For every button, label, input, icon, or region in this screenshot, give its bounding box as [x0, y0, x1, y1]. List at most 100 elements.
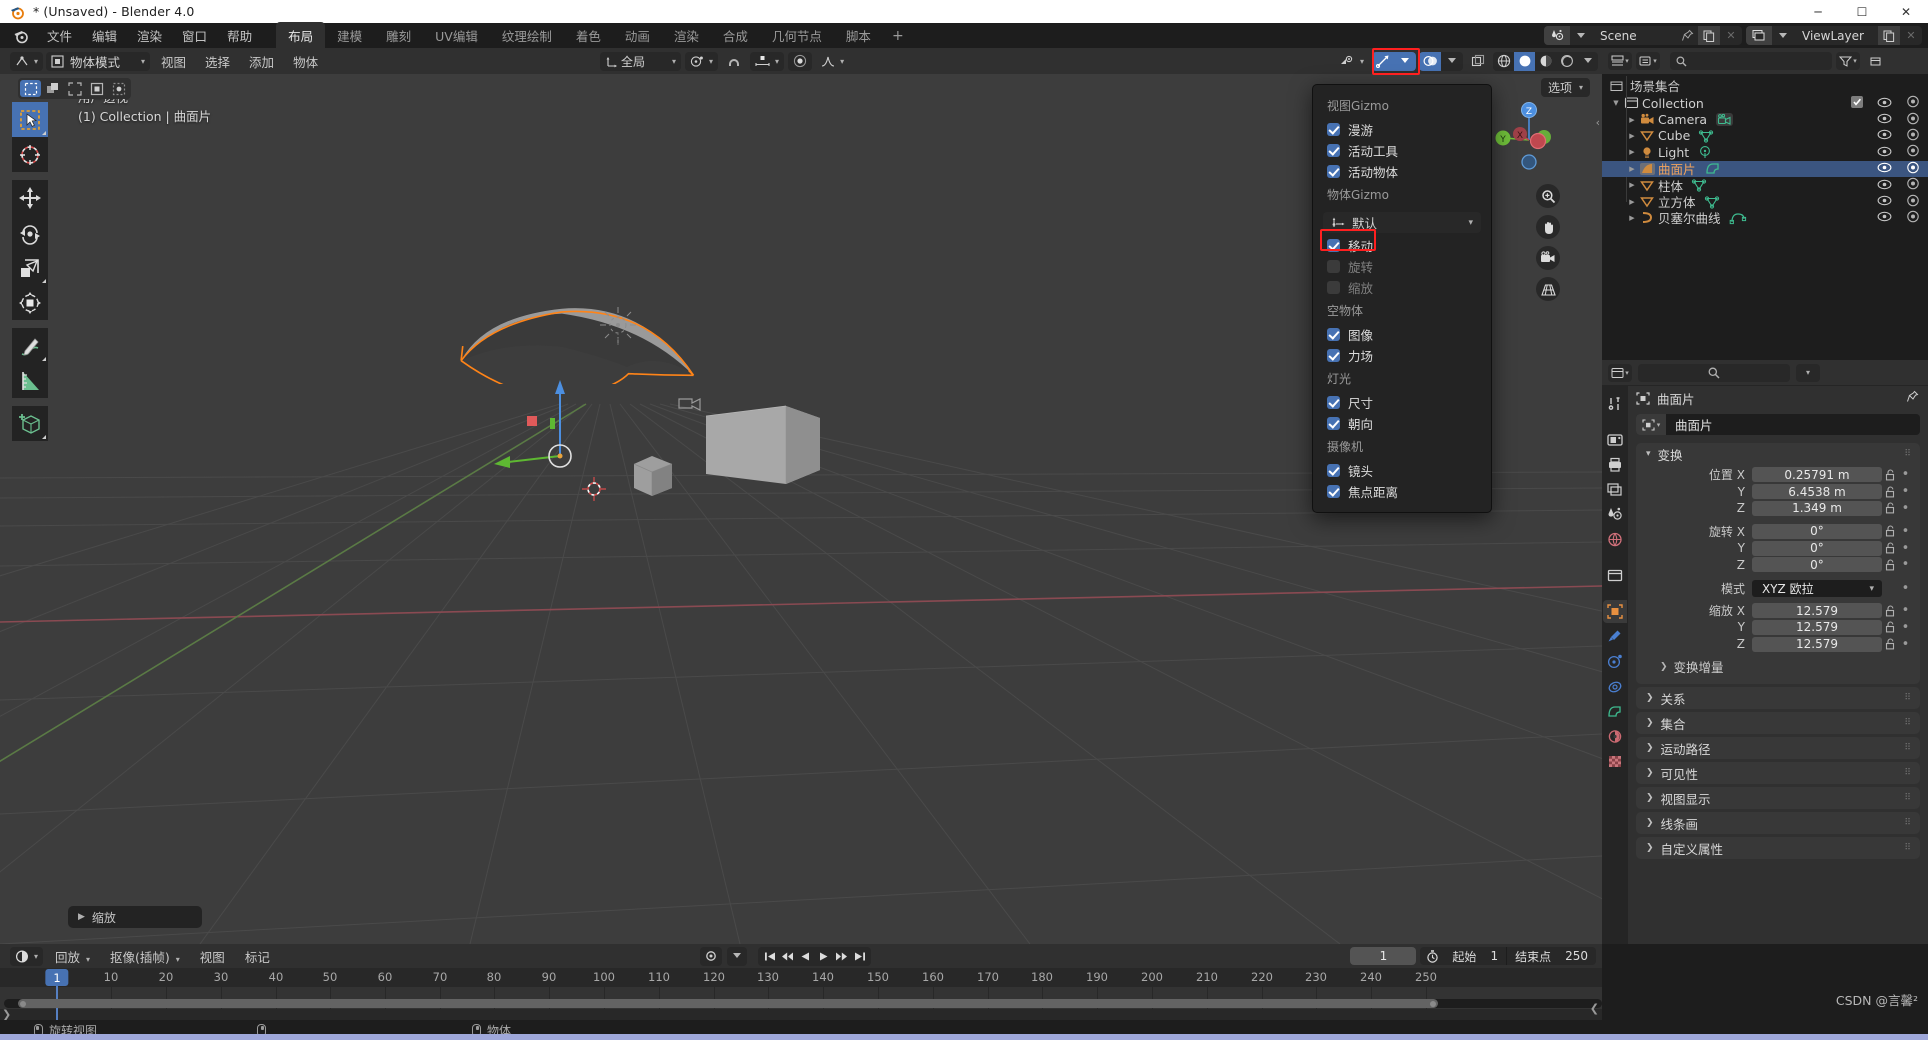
disclosure-triangle-icon[interactable]: ▶: [1626, 214, 1638, 222]
frame-start-field[interactable]: 起始1: [1444, 947, 1506, 965]
select-mode-3-icon[interactable]: [64, 80, 85, 97]
location-x-field[interactable]: 0.25791 m: [1752, 467, 1882, 482]
tab-object-data[interactable]: [1603, 700, 1627, 723]
rotation-y-field[interactable]: 0°: [1752, 541, 1882, 556]
play-icon[interactable]: [815, 951, 832, 962]
checkbox-scale[interactable]: [1327, 281, 1340, 294]
outliner-row-cylinder[interactable]: ▶ 柱体: [1602, 177, 1928, 193]
collection-checkbox[interactable]: [1851, 96, 1863, 111]
timeline-body[interactable]: ❯ 10 20 30 40 50 60 70 80 90 100 110 120…: [0, 968, 1602, 1020]
animate-location-y-icon[interactable]: •: [1899, 484, 1912, 499]
camera-object[interactable]: [676, 394, 704, 418]
outliner-root-collection-row[interactable]: ▼ Collection: [1602, 95, 1928, 111]
tab-texture[interactable]: [1603, 750, 1627, 773]
view-axis-gizmo[interactable]: Z Y X: [1490, 96, 1568, 174]
jump-start-icon[interactable]: [761, 951, 778, 962]
viewport-menu-add[interactable]: 添加: [241, 50, 282, 73]
scene-selector[interactable]: Scene ✕: [1544, 26, 1742, 45]
checkbox-rotate[interactable]: [1327, 260, 1340, 273]
animate-rotation-mode-icon[interactable]: •: [1899, 581, 1912, 596]
snap-magnet-toggle[interactable]: [722, 52, 746, 71]
pivot-point-selector[interactable]: ▾: [685, 52, 718, 71]
properties-options-dropdown[interactable]: ▾: [1796, 364, 1820, 382]
timeline-horizontal-scrollbar[interactable]: [4, 999, 1602, 1008]
workspace-tab-sculpting[interactable]: 雕刻: [374, 22, 423, 50]
workspace-tab-layout[interactable]: 布局: [276, 22, 325, 50]
auto-keying-dropdown[interactable]: [727, 947, 747, 966]
camera-render-icon[interactable]: [1906, 144, 1920, 160]
workspace-tab-modeling[interactable]: 建模: [325, 22, 374, 50]
workspace-tab-rendering[interactable]: 渲染: [662, 22, 711, 50]
outliner-row-cube[interactable]: ▶ Cube: [1602, 128, 1928, 144]
checkbox-active-tool[interactable]: [1327, 144, 1340, 157]
camera-icon[interactable]: [1536, 246, 1560, 270]
checkbox-focus-distance[interactable]: [1327, 485, 1340, 498]
outliner-row-cube-cn[interactable]: ▶ 立方体: [1602, 193, 1928, 209]
properties-editor-type-icon[interactable]: ▾: [1608, 364, 1632, 382]
jump-end-icon[interactable]: [851, 951, 868, 962]
checkbox-light-direction[interactable]: [1327, 417, 1340, 430]
wireframe-shading-button[interactable]: [1493, 52, 1514, 71]
gizmo-item-navigate[interactable]: 漫游: [1313, 119, 1491, 140]
mesh-data-icon[interactable]: [1704, 195, 1720, 209]
cursor-tool[interactable]: [12, 137, 48, 172]
gizmo-item-image[interactable]: 图像: [1313, 324, 1491, 345]
animate-scale-y-icon[interactable]: •: [1899, 620, 1912, 635]
animate-rotation-x-icon[interactable]: •: [1899, 524, 1912, 539]
properties-search-input[interactable]: [1638, 364, 1790, 382]
tab-tool[interactable]: [1603, 392, 1627, 415]
workspace-tab-uvediting[interactable]: UV编辑: [423, 22, 490, 50]
disclosure-triangle-icon[interactable]: ▶: [1626, 165, 1638, 173]
lock-location-y-icon[interactable]: [1882, 486, 1899, 498]
location-y-field[interactable]: 6.4538 m: [1752, 484, 1882, 499]
gizmo-item-light-size[interactable]: 尺寸: [1313, 392, 1491, 413]
object-mode-selector[interactable]: 物体模式 ▾: [46, 52, 150, 71]
outliner-row-light[interactable]: ▶ Light: [1602, 144, 1928, 160]
select-mode-2-icon[interactable]: [42, 80, 63, 97]
camera-render-icon[interactable]: [1906, 194, 1920, 210]
eye-icon[interactable]: [1877, 161, 1892, 176]
box-object[interactable]: [700, 394, 825, 499]
eye-icon[interactable]: [1877, 145, 1892, 160]
overlays-toggle-button[interactable]: [1419, 52, 1441, 71]
checkbox-active-object[interactable]: [1327, 165, 1340, 178]
operator-redo-panel[interactable]: ▶ 缩放: [68, 906, 202, 928]
gizmo-object-type-dropdown[interactable]: 默认 ▾: [1323, 212, 1481, 233]
visibility-selector[interactable]: ▾: [1335, 52, 1369, 71]
timeline-editor[interactable]: ▾ 回放 ▾ 抠像(插帧) ▾ 视图 标记: [0, 944, 1602, 1020]
lock-scale-z-icon[interactable]: [1882, 638, 1899, 650]
outliner-filter-icon[interactable]: ▾: [1836, 52, 1860, 70]
outliner-editor-type-icon[interactable]: ▾: [1608, 52, 1632, 70]
camera-render-icon[interactable]: [1906, 95, 1920, 111]
unlink-scene-icon[interactable]: ✕: [1720, 26, 1742, 45]
measure-tool[interactable]: [12, 363, 48, 398]
rotation-x-field[interactable]: 0°: [1752, 524, 1882, 539]
transform-panel-header[interactable]: ▾ 变换 ⠿: [1636, 443, 1920, 465]
disclosure-triangle-icon[interactable]: ▶: [1626, 132, 1638, 140]
lock-location-x-icon[interactable]: [1882, 469, 1899, 481]
tab-physics[interactable]: [1603, 675, 1627, 698]
lock-scale-x-icon[interactable]: [1882, 605, 1899, 617]
select-box-mode-icon[interactable]: [20, 80, 41, 97]
tab-modifiers[interactable]: [1603, 625, 1627, 648]
disclosure-triangle-icon[interactable]: ▶: [1626, 181, 1638, 189]
lock-location-z-icon[interactable]: [1882, 502, 1899, 514]
eye-icon[interactable]: [1877, 178, 1892, 193]
visibility-panel[interactable]: ❯ 可见性 ⠿: [1636, 762, 1920, 784]
animate-rotation-z-icon[interactable]: •: [1899, 557, 1912, 572]
add-cube-tool[interactable]: [12, 406, 48, 441]
eye-icon[interactable]: [1877, 96, 1892, 111]
mesh-data-icon[interactable]: [1691, 178, 1707, 192]
outliner-row-surface-selected[interactable]: ▶ 曲面片: [1602, 161, 1928, 177]
sidebar-collapse-arrow-icon[interactable]: ‹: [1596, 116, 1600, 129]
camera-data-icon[interactable]: [1715, 112, 1734, 127]
shading-dropdown-button[interactable]: [1577, 52, 1598, 71]
select-mode-5-icon[interactable]: [108, 80, 129, 97]
scale-x-field[interactable]: 12.579: [1752, 603, 1882, 618]
lock-rotation-y-icon[interactable]: [1882, 542, 1899, 554]
blender-menu-icon[interactable]: [12, 27, 30, 45]
disclosure-triangle-icon[interactable]: ▶: [1626, 116, 1638, 124]
menu-help[interactable]: 帮助: [217, 23, 262, 48]
transform-orientation-selector[interactable]: 全局 ▾: [600, 52, 681, 71]
gizmo-item-light-direction[interactable]: 朝向: [1313, 413, 1491, 434]
